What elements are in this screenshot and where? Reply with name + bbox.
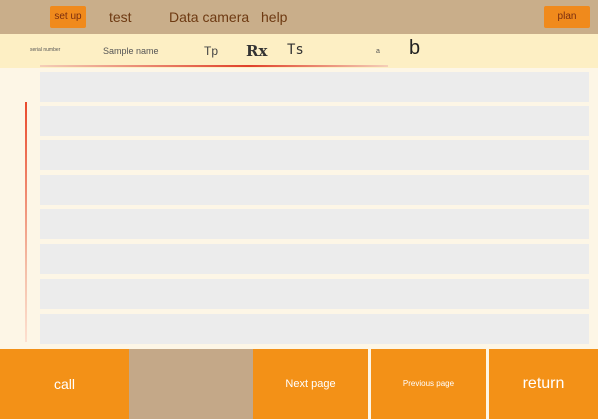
header-underline bbox=[40, 65, 388, 67]
bottom-toolbar: call Next page Previous page return bbox=[0, 349, 598, 419]
column-serial-number: serial number bbox=[30, 47, 61, 53]
previous-page-button[interactable]: Previous page bbox=[371, 349, 486, 419]
next-page-button[interactable]: Next page bbox=[253, 349, 368, 419]
call-button[interactable]: call bbox=[0, 349, 129, 419]
table-row[interactable] bbox=[40, 244, 589, 274]
menu-test[interactable]: test bbox=[109, 6, 132, 28]
column-ts: Ts bbox=[287, 42, 304, 58]
menu-help[interactable]: help bbox=[261, 6, 287, 28]
table-row[interactable] bbox=[40, 106, 589, 136]
menu-data-camera[interactable]: Data camera bbox=[169, 6, 249, 28]
menu-plan[interactable]: plan bbox=[544, 6, 590, 28]
table-row[interactable] bbox=[40, 279, 589, 309]
menu-bar: set up test Data camera help plan bbox=[0, 0, 598, 34]
table-header: serial number Sample name Tp Rx Ts a b bbox=[0, 34, 598, 68]
column-a: a bbox=[376, 48, 380, 55]
column-rx: Rx bbox=[246, 42, 268, 60]
table-row[interactable] bbox=[40, 140, 589, 170]
blank-button[interactable] bbox=[129, 349, 253, 419]
scroll-indicator bbox=[25, 102, 27, 342]
table-row[interactable] bbox=[40, 209, 589, 239]
column-sample-name: Sample name bbox=[103, 46, 159, 56]
return-button[interactable]: return bbox=[489, 349, 598, 419]
table-row[interactable] bbox=[40, 314, 589, 344]
table-row[interactable] bbox=[40, 175, 589, 205]
column-tp: Tp bbox=[204, 44, 219, 58]
menu-setup[interactable]: set up bbox=[50, 6, 86, 28]
table-row[interactable] bbox=[40, 72, 589, 102]
column-b: b bbox=[409, 37, 421, 59]
